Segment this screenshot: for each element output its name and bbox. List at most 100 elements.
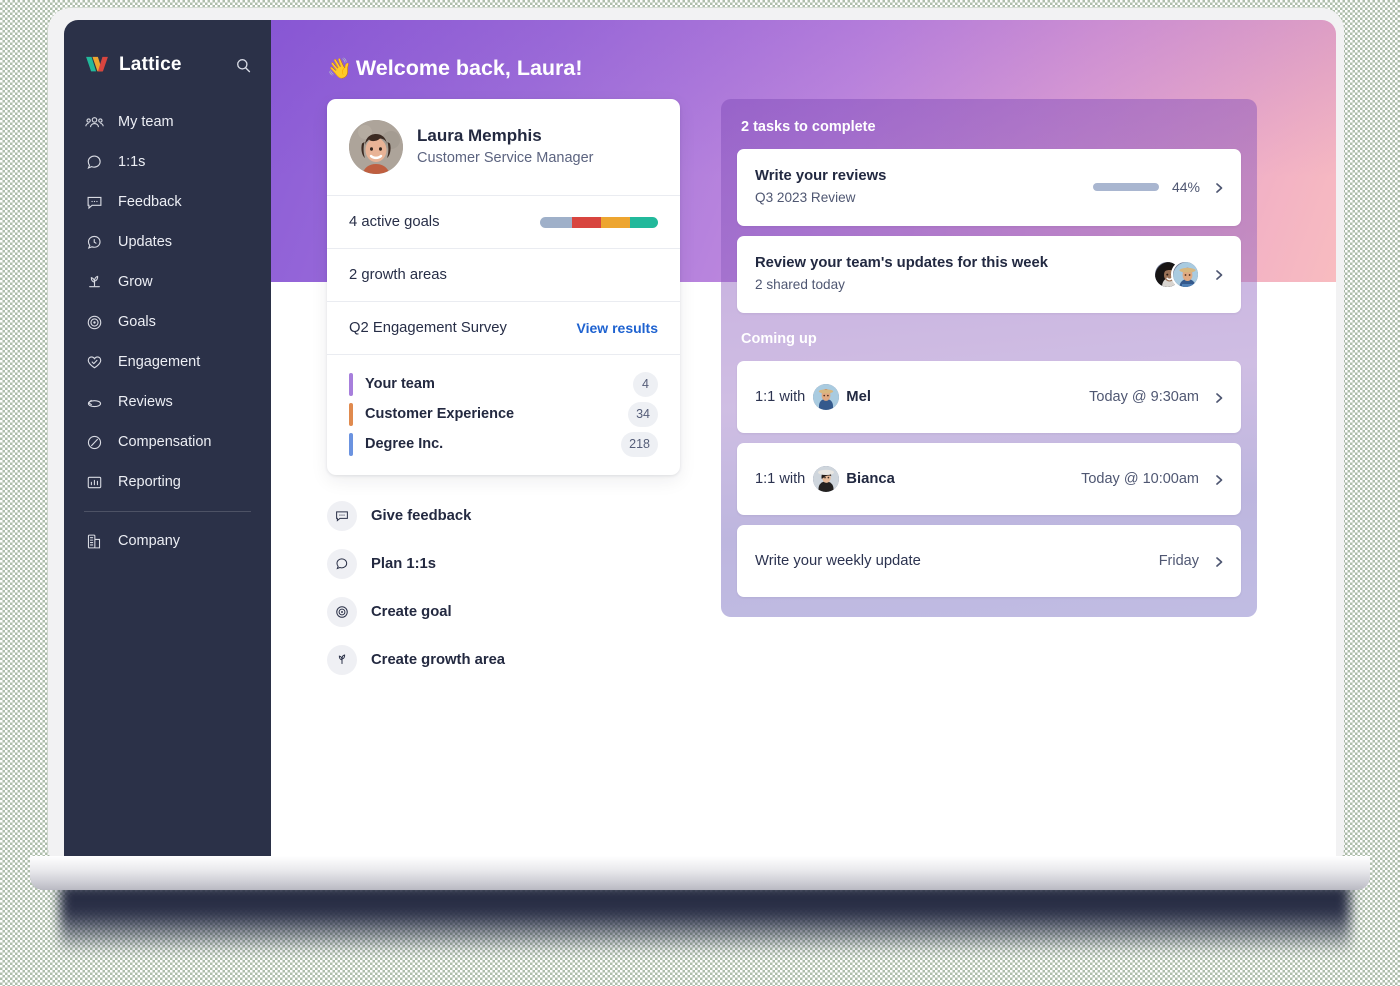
avatar: [813, 465, 840, 492]
event-title: Write your weekly update: [755, 552, 921, 569]
event-time: Friday: [1158, 552, 1199, 569]
sidebar-item-compensation[interactable]: Compensation: [64, 422, 271, 462]
sidebar-item-label: Company: [118, 533, 181, 549]
chevron-right-icon[interactable]: [1213, 268, 1225, 281]
event-time: Today @ 10:00am: [1081, 470, 1199, 487]
laptop-base: [30, 856, 1370, 890]
sidebar-item-my-team[interactable]: My team: [64, 102, 271, 142]
quick-action-give-feedback[interactable]: Give feedback: [327, 492, 505, 540]
clock-bubble-icon: [84, 232, 104, 252]
chevron-right-icon[interactable]: [1213, 181, 1225, 194]
survey-group-count: 4: [633, 371, 658, 397]
profile-name: Laura Memphis: [417, 126, 542, 146]
survey-group-row[interactable]: Your team 4: [349, 369, 658, 399]
building-icon: [84, 531, 104, 551]
sidebar-item-goals[interactable]: Goals: [64, 302, 271, 342]
sidebar-item-1-1s[interactable]: 1:1s: [64, 142, 271, 182]
goal-progress-segment: [571, 216, 602, 228]
active-goals-label: 4 active goals: [349, 214, 440, 230]
survey-group-count: 34: [628, 401, 658, 427]
quick-action-plan-1-1s[interactable]: Plan 1:1s: [327, 540, 505, 588]
chevron-right-icon[interactable]: [1213, 555, 1225, 567]
survey-title: Q2 Engagement Survey: [349, 320, 507, 336]
wave-emoji-icon: 👋: [327, 58, 352, 80]
tasks-panel: 2 tasks to complete Write your reviews Q…: [721, 99, 1257, 617]
sidebar-item-reporting[interactable]: Reporting: [64, 462, 271, 502]
quick-action-label: Create goal: [371, 604, 452, 620]
quick-action-label: Give feedback: [371, 508, 472, 524]
quick-action-label: Plan 1:1s: [371, 556, 436, 572]
quick-action-create-growth-area[interactable]: Create growth area: [327, 636, 505, 684]
survey-group-accent-bar: [349, 432, 353, 456]
growth-areas-row[interactable]: 2 growth areas: [327, 248, 680, 301]
goal-progress-segment: [629, 216, 658, 228]
survey-group-list: Your team 4 Customer Experience 34 Degree In…: [327, 354, 680, 475]
task-texts: Write your reviews Q3 2023 Review: [755, 166, 1093, 209]
task-meta: 44%: [1092, 179, 1225, 195]
task-subtitle: Q3 2023 Review: [755, 190, 856, 206]
event-person: Mel: [846, 388, 871, 405]
profile-names: Laura Memphis Customer Service Manager: [417, 125, 594, 168]
sidebar-item-company[interactable]: Company: [64, 521, 271, 561]
avatar: [813, 383, 840, 410]
sidebar-item-label: Reporting: [118, 474, 181, 490]
survey-group-row[interactable]: Degree Inc. 218: [349, 429, 658, 459]
coming-up-heading: Coming up: [741, 330, 817, 347]
sidebar-item-reviews[interactable]: Reviews: [64, 382, 271, 422]
survey-group-label: Degree Inc.: [365, 436, 444, 452]
event-card-weekly-update[interactable]: Write your weekly update Friday: [737, 524, 1241, 597]
event-left: 1:1 with: [755, 383, 1089, 410]
people-icon: [84, 112, 104, 132]
chat-bubble-icon: [327, 549, 357, 579]
sidebar-item-engagement[interactable]: Engagement: [64, 342, 271, 382]
plant-icon: [84, 272, 104, 292]
survey-row: Q2 Engagement Survey View results: [327, 301, 680, 354]
bar-chart-icon: [84, 472, 104, 492]
survey-group-accent-bar: [349, 372, 353, 396]
survey-group-row[interactable]: Customer Experience 34: [349, 399, 658, 429]
sidebar-item-label: My team: [118, 114, 174, 130]
lattice-logo-icon: [84, 55, 110, 75]
sidebar-item-label: Updates: [118, 234, 173, 250]
task-card-write-reviews[interactable]: Write your reviews Q3 2023 Review 44%: [737, 149, 1241, 226]
task-card-review-updates[interactable]: Review your team's updates for this week…: [737, 235, 1241, 313]
quick-action-create-goal[interactable]: Create goal: [327, 588, 505, 636]
brand-name: Lattice: [119, 54, 182, 75]
profile-header: Laura Memphis Customer Service Manager: [327, 99, 680, 195]
sidebar-item-grow[interactable]: Grow: [64, 262, 271, 302]
event-prefix: 1:1 with: [755, 388, 806, 405]
event-card-1-1-bianca[interactable]: 1:1 with Bianca Today @ 10:00am: [737, 442, 1241, 515]
active-goals-row[interactable]: 4 active goals: [327, 195, 680, 248]
survey-group-accent-bar: [349, 402, 353, 426]
chevron-right-icon[interactable]: [1213, 473, 1225, 485]
target-icon: [84, 312, 104, 332]
target-icon: [327, 597, 357, 627]
event-time: Today @ 9:30am: [1089, 388, 1199, 405]
event-left: 1:1 with: [755, 465, 1081, 492]
chevron-right-icon[interactable]: [1213, 391, 1225, 403]
message-dots-icon: [327, 501, 357, 531]
search-icon[interactable]: [233, 55, 253, 75]
event-prefix: 1:1 with: [755, 470, 806, 487]
sidebar-divider: [84, 511, 251, 512]
sidebar-item-label: Reviews: [118, 394, 173, 410]
task-meta: [1153, 259, 1225, 289]
avatar: [1171, 259, 1200, 289]
profile-role: Customer Service Manager: [417, 150, 594, 167]
laptop-device-frame: Lattice My team 1:1s Feedback Updates Gr…: [48, 8, 1344, 870]
sidebar-item-feedback[interactable]: Feedback: [64, 182, 271, 222]
view-results-link[interactable]: View results: [577, 320, 658, 336]
message-dots-icon: [84, 192, 104, 212]
task-title: Review your team's updates for this week: [755, 254, 1048, 271]
event-card-1-1-mel[interactable]: 1:1 with Mel Today @ 9:30am: [737, 360, 1241, 433]
task-title: Write your reviews: [755, 168, 887, 184]
task-subtitle: 2 shared today: [755, 277, 845, 293]
sidebar-item-label: Grow: [118, 274, 153, 290]
event-person: Bianca: [846, 470, 895, 487]
goal-progress-bar: [540, 216, 658, 228]
chat-bubble-icon: [84, 152, 104, 172]
coin-icon: [84, 432, 104, 452]
quick-action-label: Create growth area: [371, 652, 506, 668]
plant-icon: [327, 645, 357, 675]
sidebar-item-updates[interactable]: Updates: [64, 222, 271, 262]
